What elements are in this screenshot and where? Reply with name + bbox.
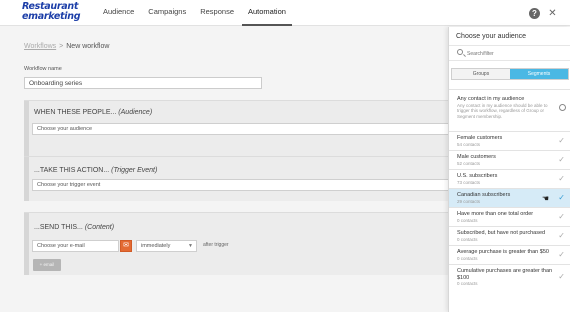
content-section: ...SEND THIS... (Content) Choose your e-… xyxy=(24,212,448,275)
nav-item-automation[interactable]: Automation xyxy=(242,0,292,26)
tools-icon[interactable]: ✕ xyxy=(547,8,558,19)
add-email-button[interactable]: + email xyxy=(33,259,61,271)
check-icon[interactable]: ✓ xyxy=(558,273,565,281)
trigger-section: ...TAKE THIS ACTION... (Trigger Event) C… xyxy=(24,156,450,201)
check-icon[interactable]: ✓ xyxy=(558,232,565,240)
segment-item[interactable]: Cumulative purchases are greater than $1… xyxy=(449,264,570,290)
nav-item-response[interactable]: Response xyxy=(194,0,240,26)
timing-value: immediately xyxy=(141,243,171,249)
breadcrumb-workflows-link[interactable]: Workflows xyxy=(24,43,56,50)
segment-count: 0 contacts xyxy=(457,281,478,286)
trigger-title-lead: ...TAKE THIS ACTION... xyxy=(34,167,110,174)
breadcrumb-separator: > xyxy=(59,43,64,50)
search-input[interactable] xyxy=(467,48,565,59)
breadcrumb-current: New workflow xyxy=(66,43,110,50)
segment-title: Subscribed, but have not purchased xyxy=(457,230,546,236)
segment-item-selected[interactable]: Canadian subscribers 29 contacts ☚ ✓ xyxy=(449,188,570,207)
audience-select[interactable]: Choose your audience xyxy=(32,123,450,135)
workflow-name-input[interactable]: Onboarding series xyxy=(24,77,262,89)
email-select[interactable]: Choose your e-mail xyxy=(32,240,119,252)
mail-icon[interactable]: ✉ xyxy=(120,240,132,252)
check-icon[interactable]: ✓ xyxy=(558,194,565,202)
choose-audience-panel: Choose your audience Groups Segments Any… xyxy=(448,27,570,312)
panel-tabs: Groups Segments xyxy=(451,68,569,80)
segment-item[interactable]: Subscribed, but have not purchased 0 con… xyxy=(449,226,570,245)
check-icon[interactable]: ✓ xyxy=(558,137,565,145)
workflow-name-label: Workflow name xyxy=(24,66,62,72)
help-icon[interactable]: ? xyxy=(529,7,540,19)
audience-section: WHEN THESE PEOPLE... (Audience) Choose y… xyxy=(24,100,450,162)
tab-groups[interactable]: Groups xyxy=(452,69,510,79)
main-nav: Audience Campaigns Response Automation xyxy=(97,0,294,26)
segment-count: 0 contacts xyxy=(457,255,478,261)
top-navigation-bar: Restaurant emarketing Audience Campaigns… xyxy=(0,0,570,26)
nav-item-audience[interactable]: Audience xyxy=(97,0,140,26)
workflow-editor: Workflows > New workflow Workflow name Onb… xyxy=(0,27,450,312)
audience-title-lead: WHEN THESE PEOPLE... xyxy=(34,109,117,116)
trigger-select[interactable]: Choose your trigger event xyxy=(32,179,450,191)
content-title-lead: ...SEND THIS... xyxy=(34,224,83,231)
tab-segments[interactable]: Segments xyxy=(510,69,568,79)
section-bar xyxy=(24,213,29,275)
content-title-tag: (Content) xyxy=(84,224,115,231)
segment-count: 29 contacts xyxy=(457,198,481,204)
breadcrumb: Workflows > New workflow xyxy=(24,43,109,50)
nav-item-campaigns[interactable]: Campaigns xyxy=(142,0,192,26)
restaurant-emarketing-logo[interactable]: Restaurant emarketing xyxy=(22,2,84,24)
radio-icon[interactable] xyxy=(559,103,566,111)
chevron-down-icon: ▼ xyxy=(188,243,193,249)
check-icon[interactable]: ✓ xyxy=(558,251,565,259)
audience-section-title: WHEN THESE PEOPLE... (Audience) xyxy=(34,109,152,116)
segment-item[interactable]: Male customers 52 contacts ✓ xyxy=(449,150,570,169)
trigger-title-tag: (Trigger Event) xyxy=(111,167,158,174)
segment-count: 54 contacts xyxy=(457,141,481,147)
list-gap xyxy=(449,124,570,131)
check-icon[interactable]: ✓ xyxy=(558,156,565,164)
cursor-icon: ☚ xyxy=(541,194,549,203)
segment-item[interactable]: Have more than one total order 0 contact… xyxy=(449,207,570,226)
panel-search xyxy=(449,45,570,61)
segment-item[interactable]: Average purchase is greater than $50 0 c… xyxy=(449,245,570,264)
after-trigger-label: after trigger xyxy=(203,242,229,248)
segment-count: 52 contacts xyxy=(457,160,481,166)
top-icons: ? ✕ xyxy=(529,0,570,26)
check-icon[interactable]: ✓ xyxy=(558,175,565,183)
any-contact-desc: Any contact in my audience should be abl… xyxy=(457,102,548,119)
logo-line-2: emarketing xyxy=(22,11,81,22)
section-bar xyxy=(24,157,29,201)
search-icon xyxy=(457,49,463,55)
content-section-title: ...SEND THIS... (Content) xyxy=(34,224,114,231)
segment-count: 0 contacts xyxy=(457,217,478,223)
section-bar xyxy=(24,101,29,162)
segment-item[interactable]: Female customers 54 contacts ✓ xyxy=(449,131,570,150)
trigger-section-title: ...TAKE THIS ACTION... (Trigger Event) xyxy=(34,167,157,174)
segment-count: 73 contacts xyxy=(457,179,481,185)
audience-title-tag: (Audience) xyxy=(118,109,153,116)
panel-title: Choose your audience xyxy=(456,33,527,40)
segment-list: Any contact in my audience Any contact i… xyxy=(449,89,570,290)
check-icon[interactable]: ✓ xyxy=(558,213,565,221)
any-contact-option[interactable]: Any contact in my audience Any contact i… xyxy=(449,89,570,124)
segment-title: Cumulative purchases are greater than $1… xyxy=(457,268,553,281)
segment-item[interactable]: U.S. subscribers 73 contacts ✓ xyxy=(449,169,570,188)
segment-count: 0 contacts xyxy=(457,236,478,242)
timing-select[interactable]: immediately ▼ xyxy=(136,240,197,252)
segment-title: Average purchase is greater than $50 xyxy=(457,249,549,255)
